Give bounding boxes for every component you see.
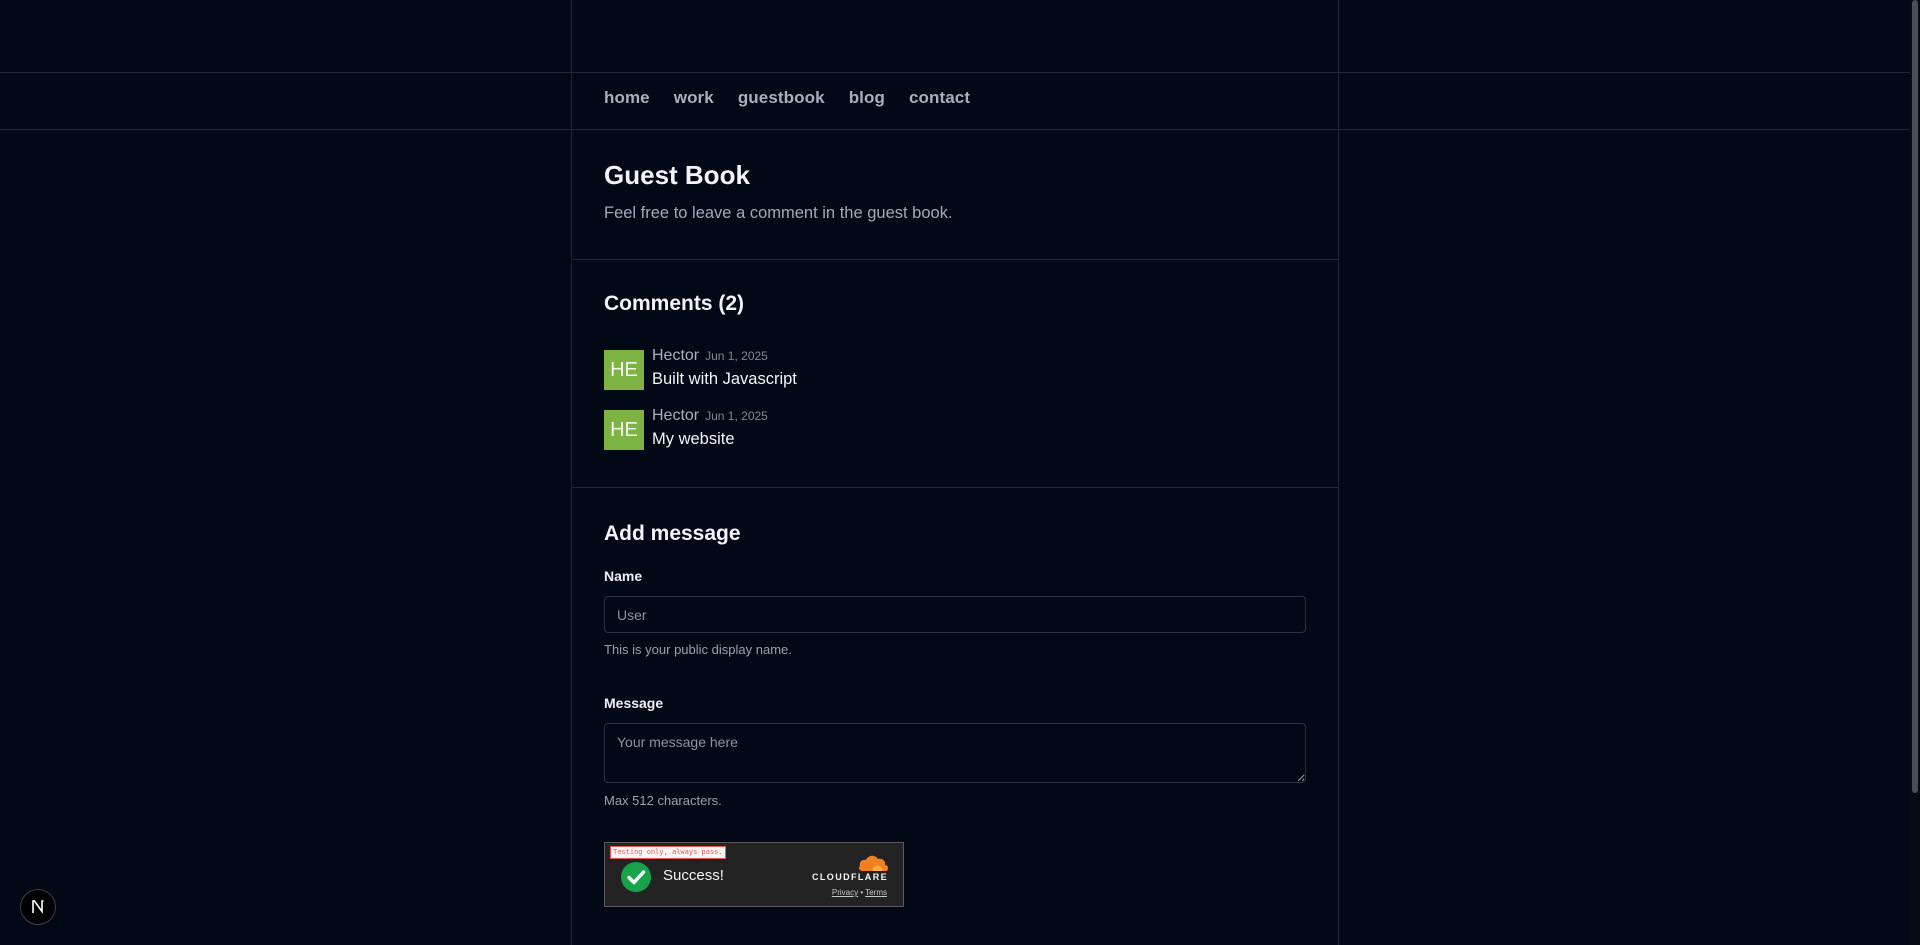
nextjs-dev-badge[interactable] — [20, 889, 56, 925]
comment-author: Hector — [652, 407, 700, 424]
comment-text: Built with Javascript — [652, 370, 797, 388]
grid-line-header-bottom — [0, 129, 1910, 130]
message-hint: Max 512 characters. — [604, 793, 722, 808]
comment-body: Hector Jun 1, 2025 My website — [652, 407, 768, 449]
check-circle-icon — [621, 862, 651, 892]
name-label: Name — [604, 568, 643, 584]
add-message-heading: Add message — [604, 522, 741, 545]
grid-line-left — [571, 0, 572, 945]
nav-work-link[interactable]: work — [674, 88, 714, 108]
comment-text: My website — [652, 430, 735, 448]
message-textarea[interactable] — [604, 723, 1306, 783]
comment-header: Hector Jun 1, 2025 — [652, 407, 768, 425]
divider-comments — [571, 487, 1339, 488]
comment-header: Hector Jun 1, 2025 — [652, 347, 797, 365]
terms-link[interactable]: Terms — [865, 888, 887, 897]
nav-contact-link[interactable]: contact — [909, 88, 970, 108]
comment-author: Hector — [652, 347, 700, 364]
page-subtitle: Feel free to leave a comment in the gues… — [604, 204, 953, 222]
nav-blog-link[interactable]: blog — [849, 88, 885, 108]
page-title: Guest Book — [604, 160, 750, 190]
comment-date: Jun 1, 2025 — [705, 409, 768, 423]
cloudflare-wordmark: CLOUDFLARE — [812, 872, 888, 882]
nextjs-n-icon — [32, 900, 44, 914]
grid-line-right — [1338, 0, 1339, 945]
captcha-testing-notice: Testing only, always pass. — [610, 846, 726, 859]
comment-item: HE Hector Jun 1, 2025 My website — [604, 407, 768, 450]
page: home work guestbook blog contact Guest B… — [0, 0, 1920, 945]
privacy-link[interactable]: Privacy — [832, 888, 858, 897]
name-hint: This is your public display name. — [604, 642, 792, 657]
main-nav: home work guestbook blog contact — [604, 88, 994, 108]
grid-line-header-top — [0, 72, 1910, 73]
divider-header — [571, 259, 1339, 260]
captcha-widget[interactable]: Testing only, always pass. Success! CLOU… — [604, 842, 904, 907]
comment-body: Hector Jun 1, 2025 Built with Javascript — [652, 347, 797, 389]
message-label: Message — [604, 695, 664, 711]
avatar: HE — [604, 410, 644, 450]
captcha-status: Success! — [663, 867, 724, 884]
comments-heading: Comments (2) — [604, 292, 745, 315]
nav-home-link[interactable]: home — [604, 88, 650, 108]
name-input[interactable] — [604, 596, 1306, 633]
comment-item: HE Hector Jun 1, 2025 Built with Javascr… — [604, 347, 797, 390]
comment-date: Jun 1, 2025 — [705, 349, 768, 363]
captcha-links: Privacy • Terms — [832, 888, 887, 897]
scrollbar-track[interactable] — [1910, 0, 1920, 945]
scrollbar-thumb[interactable] — [1912, 0, 1918, 793]
nav-guestbook-link[interactable]: guestbook — [738, 88, 825, 108]
cloudflare-cloud-icon — [859, 855, 889, 871]
links-separator: • — [860, 888, 864, 897]
avatar: HE — [604, 350, 644, 390]
